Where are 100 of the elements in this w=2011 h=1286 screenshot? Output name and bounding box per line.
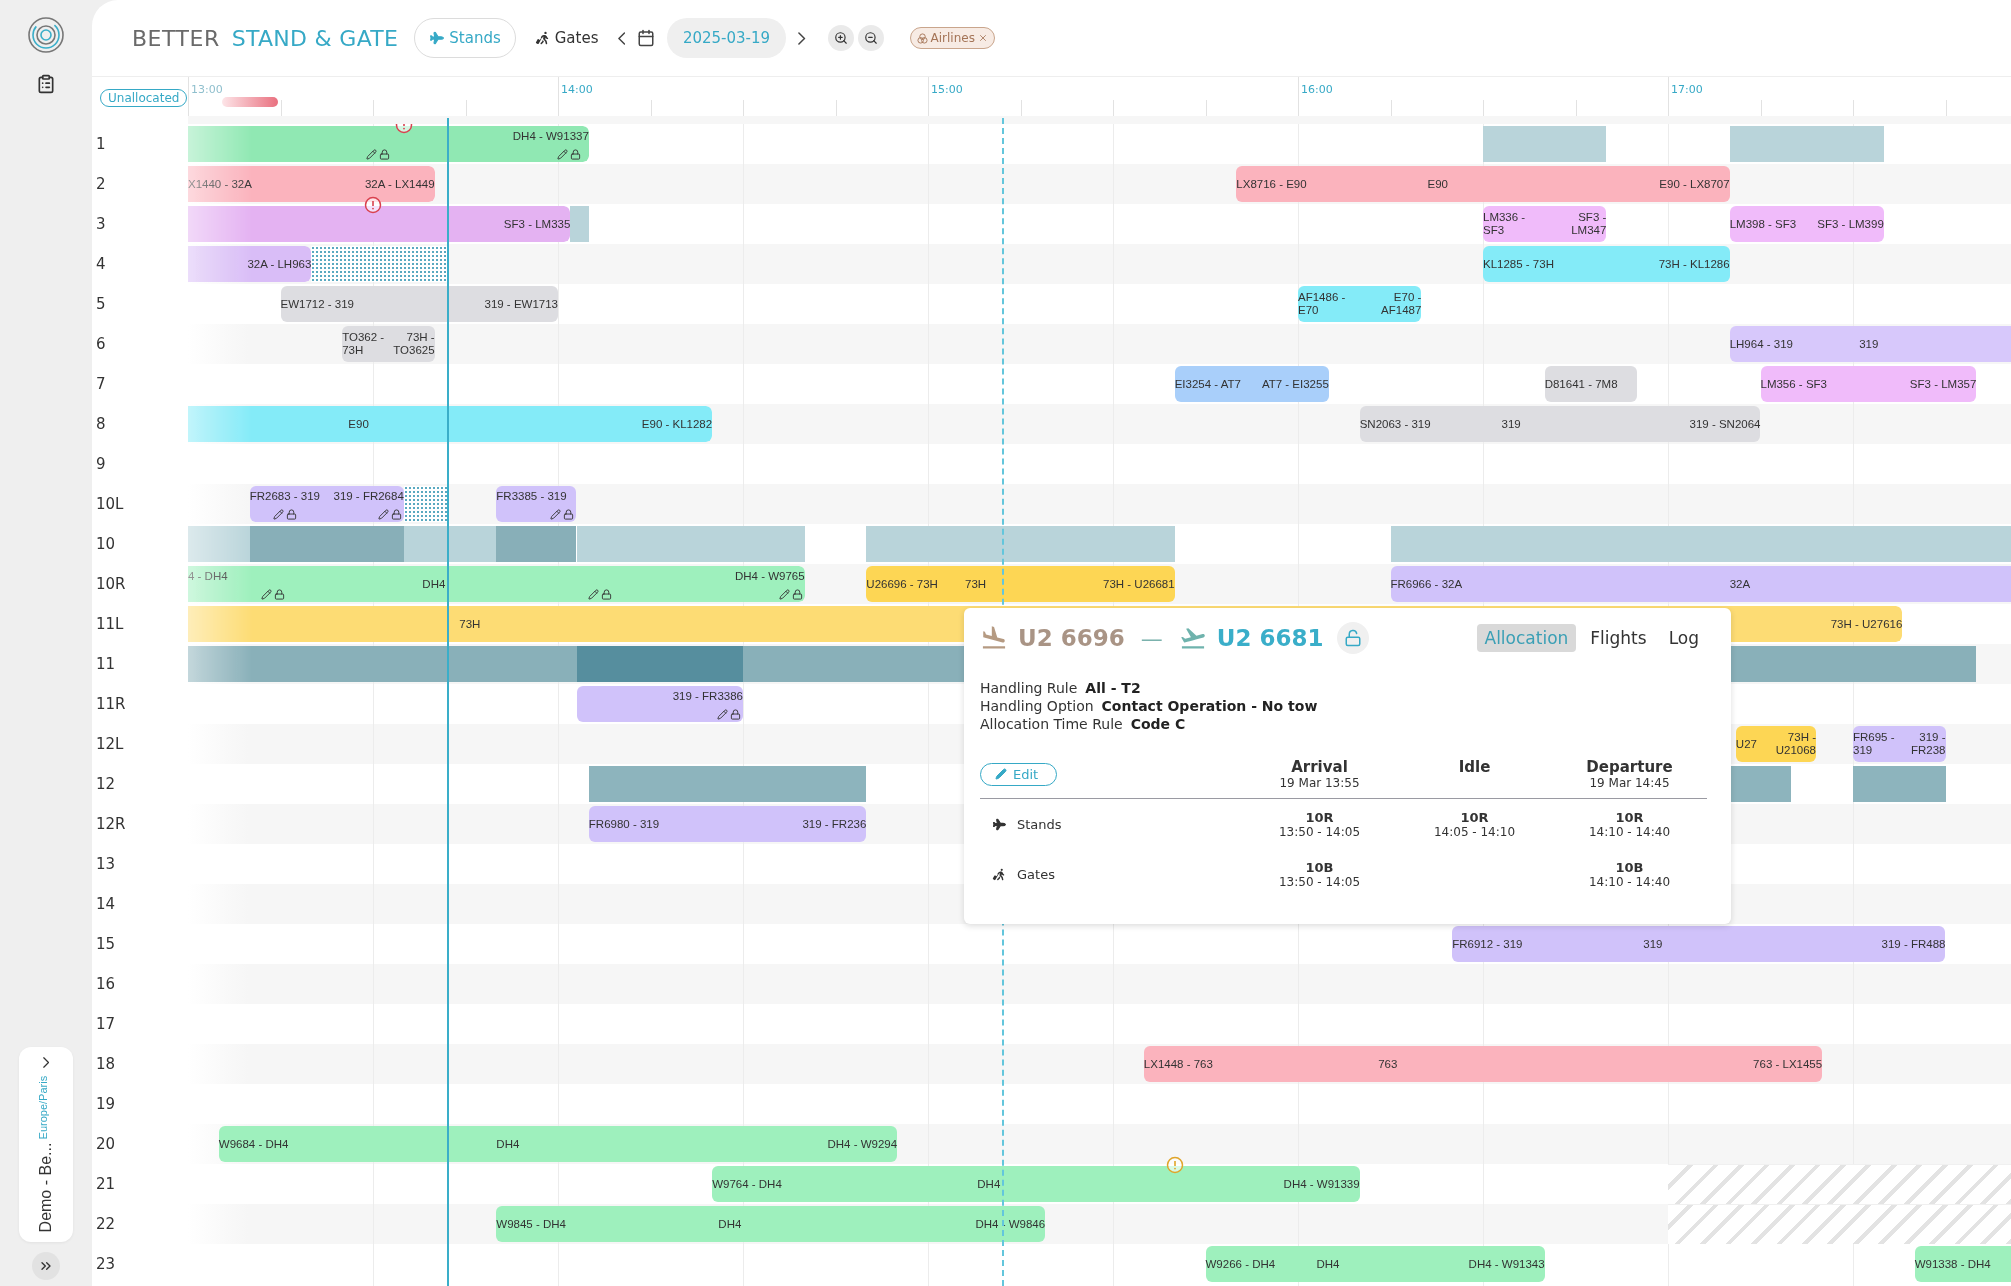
stand-label: 15 (95, 934, 117, 955)
flight-label: W91338 - DH4 (1914, 1257, 1991, 1271)
aircraft-label: DH4 (422, 577, 446, 591)
time-range: 14:10 - 14:40 (1588, 874, 1671, 889)
flight-label: 319 - FR488 (1881, 937, 1946, 951)
flight-label: FR6966 - 32A (1390, 577, 1463, 591)
flight-label: DH4 - W91339 (1283, 1177, 1360, 1191)
column-time: 19 Mar 13:55 (1279, 776, 1360, 790)
aircraft-label: 319 (1859, 337, 1879, 351)
aircraft-label: 319 (1501, 417, 1521, 431)
flight-label: FR6912 - 319 (1452, 937, 1523, 951)
flight-label: 32A - LH963 (247, 257, 312, 271)
flight-label: DH4 - W9846 (975, 1217, 1046, 1231)
column-header: Arrival (1291, 758, 1348, 776)
flight-label: X1440 - 32A (188, 177, 252, 191)
flight-label: 32A - LX1449 (364, 177, 435, 191)
flight-label: LH964 - 319 (1729, 337, 1793, 351)
flight-label: 73H - U27616 (1830, 617, 1903, 631)
stand-label: 11L (95, 614, 125, 635)
flight-label: TO362 - 73H (342, 331, 385, 357)
workspace-timezone: Europe/Paris (37, 1075, 50, 1140)
aircraft-label: E90 (348, 417, 369, 431)
detail-label: Handling Option (980, 698, 1094, 714)
flight-label: FR695 - 319 (1853, 731, 1896, 757)
hour-label: 15:00 (931, 83, 963, 96)
detail-label: Handling Rule (980, 680, 1078, 696)
stand-label: 9 (95, 454, 107, 475)
flight-label: 73H - U21068 (1774, 731, 1816, 757)
flight-label: DH4 - W91337 (512, 130, 589, 143)
flight-label: 4 - DH4 (188, 570, 228, 583)
arrival-flight-number: U2 6696 (1018, 625, 1125, 651)
stand-label: 17 (95, 1014, 117, 1035)
stand-label: 11R (95, 694, 127, 715)
departure-flight-number: U2 6681 (1216, 625, 1324, 651)
flight-label: W9764 - DH4 (712, 1177, 782, 1191)
flight-label: D81641 - 7M8 (1544, 377, 1618, 391)
flight-label: 73H - TO3625 (392, 331, 435, 357)
flight-label: DH4 - W9294 (827, 1137, 898, 1151)
stand-label: 16 (95, 974, 117, 995)
detail-label: Allocation Time Rule (980, 716, 1123, 732)
aircraft-label: 319 (1643, 937, 1663, 951)
stand-label: 6 (95, 334, 107, 355)
flight-label: SF3 - LM347 (1570, 211, 1607, 237)
stand-label: 12R (95, 814, 127, 835)
aircraft-label: DH4 (496, 1137, 520, 1151)
flight-label: 319 - FR236 (802, 817, 867, 831)
flight-label: E70 - AF1487 (1380, 291, 1422, 317)
stand-label: 5 (95, 294, 107, 315)
flight-label: AT7 - EI3255 (1261, 377, 1329, 391)
aircraft-label: DH4 (718, 1217, 742, 1231)
detail-value: All - T2 (1085, 680, 1141, 696)
hour-label: 16:00 (1301, 83, 1333, 96)
aircraft-label: DH4 (977, 1177, 1001, 1191)
stand-label: 19 (95, 1094, 117, 1115)
flight-label: LM398 - SF3 (1729, 217, 1797, 231)
stand-label: 12 (95, 774, 117, 795)
flight-label: EI3254 - AT7 (1174, 377, 1241, 391)
resource-code: 10R (1615, 809, 1644, 825)
flight-label: 319 - FR2684 (333, 490, 404, 503)
time-range: 13:50 - 14:05 (1278, 824, 1361, 839)
flight-label: W9684 - DH4 (218, 1137, 289, 1151)
column-header: Idle (1458, 758, 1491, 776)
stand-label: 23 (95, 1254, 117, 1275)
flight-label: AF1486 - E70 (1298, 291, 1347, 317)
flight-label: LX1448 - 763 (1143, 1057, 1213, 1071)
flight-label: FR6980 - 319 (588, 817, 660, 831)
column-header: Departure (1586, 758, 1673, 776)
resource-code: 10B (1615, 859, 1644, 875)
flight-label: 73H - KL1286 (1658, 257, 1730, 271)
time-range: 14:10 - 14:40 (1588, 824, 1671, 839)
flight-label: 319 - SN2064 (1689, 417, 1761, 431)
stand-label: 8 (95, 414, 107, 435)
stand-label: 13 (95, 854, 117, 875)
flight-label: KL1285 - 73H (1483, 257, 1554, 271)
flight-label: W9266 - DH4 (1205, 1257, 1276, 1271)
aircraft-label: 73H (965, 577, 987, 591)
stand-label: 22 (95, 1214, 117, 1235)
column-time: 19 Mar 14:45 (1589, 776, 1670, 790)
brand-name: BETTER (132, 25, 220, 51)
stand-label: 20 (95, 1134, 117, 1155)
stand-label: 10L (95, 494, 125, 515)
flight-label: SN2063 - 319 (1359, 417, 1431, 431)
stand-label: 1 (95, 134, 107, 155)
flight-label: 73H - U26681 (1103, 577, 1175, 591)
flight-label: DH4 - W91343 (1468, 1257, 1545, 1271)
stand-label: 10 (95, 534, 117, 555)
flight-label: SF3 - LM399 (1817, 217, 1884, 231)
aircraft-label: 32A (1729, 577, 1751, 591)
hour-label: 14:00 (561, 83, 593, 96)
aircraft-label: 763 (1378, 1057, 1398, 1071)
product-name: STAND & GATE (231, 25, 399, 51)
stand-label: 21 (95, 1174, 117, 1195)
flight-label: SF3 - LM357 (1909, 377, 1977, 391)
resource-code: 10R (1305, 809, 1334, 825)
flight-label: DH4 - W9765 (735, 570, 805, 583)
flight-label: FR3385 - 319 (496, 490, 567, 503)
flight-label: 319 - FR3386 (672, 690, 743, 703)
flight-label: 319 - EW1713 (484, 297, 558, 311)
hour-label: 13:00 (191, 83, 223, 96)
flight-separator: — (1140, 625, 1163, 651)
